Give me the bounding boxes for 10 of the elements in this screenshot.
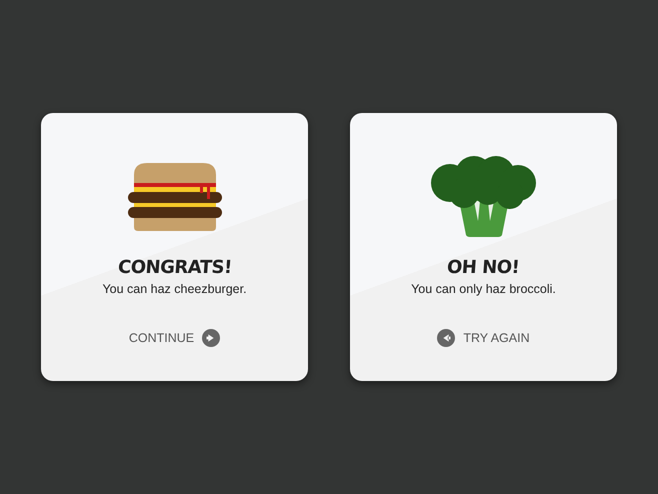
card-title: CONGRATS! [116, 257, 232, 278]
card-message: You can haz cheezburger. [102, 282, 247, 296]
continue-button[interactable]: CONTINUE [128, 329, 220, 347]
arrow-left-icon [437, 329, 456, 347]
burger-icon [126, 161, 222, 233]
card-message: You can only haz broccoli. [411, 282, 556, 296]
broccoli-icon [430, 155, 538, 239]
card-title: OH NO! [446, 257, 520, 278]
arrow-right-icon [202, 329, 220, 347]
try-again-button[interactable]: TRY AGAIN [437, 329, 530, 347]
